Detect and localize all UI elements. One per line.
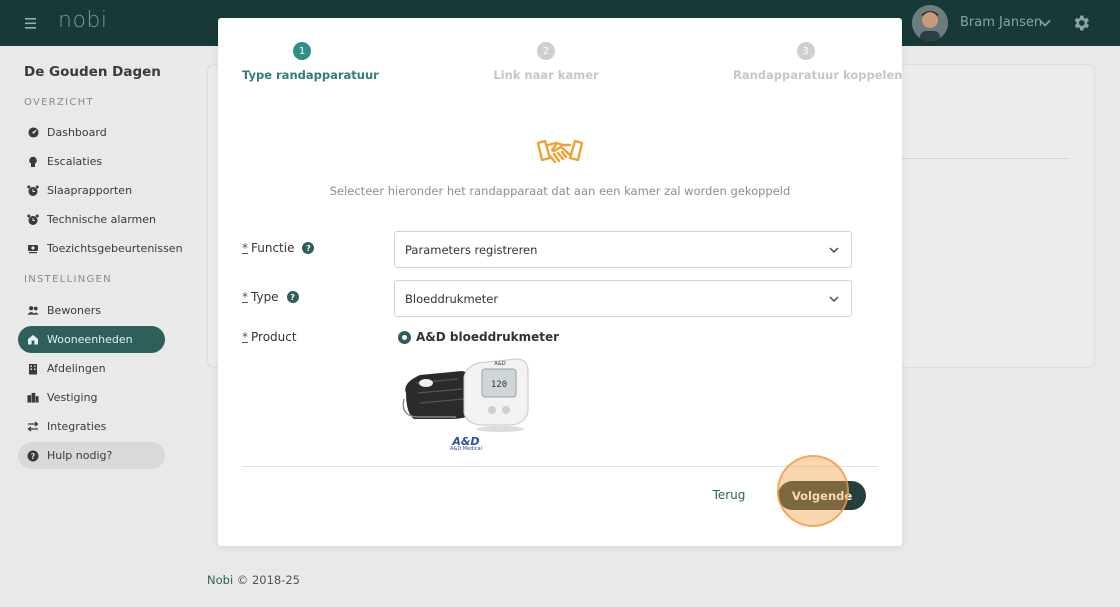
step-number: 1 xyxy=(293,42,311,60)
sidebar-item-label: Technische alarmen xyxy=(47,213,157,226)
function-select-value: Parameters registreren xyxy=(405,242,538,257)
back-button[interactable]: Terug xyxy=(703,484,755,506)
step-number: 3 xyxy=(796,42,815,60)
step-3: 3 Randapparatuur koppelen xyxy=(733,42,903,82)
step-label: Randapparatuur koppelen xyxy=(733,68,903,82)
function-label-text: Functie xyxy=(251,241,295,255)
user-name[interactable]: Bram Jansen xyxy=(960,15,1042,30)
help-icon: ? xyxy=(27,450,39,462)
intro-text: Selecteer hieronder het randapparaat dat… xyxy=(329,184,791,198)
step-number: 2 xyxy=(537,42,555,60)
nobi-logo[interactable]: nobi xyxy=(58,8,107,33)
function-label: * Functie ? xyxy=(242,241,315,255)
sidebar-item-integrations[interactable]: Integraties xyxy=(18,413,165,440)
alarm-clock-icon xyxy=(27,185,39,197)
sidebar-item-technical-alarms[interactable]: Technische alarmen xyxy=(18,206,165,233)
sidebar-item-label: Hulp nodig? xyxy=(47,449,113,462)
people-icon xyxy=(27,305,39,317)
alarm-clock-icon xyxy=(27,214,39,226)
lightbulb-icon xyxy=(27,156,39,168)
sidebar-item-departments[interactable]: Afdelingen xyxy=(18,355,165,382)
footer-divider xyxy=(242,466,878,467)
function-help-icon[interactable]: ? xyxy=(302,242,315,254)
product-option-ad[interactable]: A&D bloeddrukmeter xyxy=(398,330,559,344)
step-label: Link naar kamer xyxy=(493,68,599,82)
chevron-down-icon xyxy=(829,296,839,302)
section-title-overview: OVERZICHT xyxy=(24,97,94,108)
type-help-icon[interactable]: ? xyxy=(286,291,299,303)
svg-text:120: 120 xyxy=(491,380,507,390)
sidebar-item-label: Vestiging xyxy=(47,391,98,404)
building-icon xyxy=(27,363,39,375)
radio-selected[interactable] xyxy=(398,330,411,344)
required-marker: * xyxy=(242,241,248,255)
brand-logo-sub: A&D Medical xyxy=(450,446,482,452)
svg-text:?: ? xyxy=(31,452,36,461)
sidebar-item-label: Bewoners xyxy=(47,304,102,317)
sidebar-item-label: Toezichtsgebeurtenissen xyxy=(47,242,183,255)
type-select-value: Bloeddrukmeter xyxy=(405,291,499,306)
sidebar-item-help[interactable]: ? Hulp nodig? xyxy=(18,442,165,469)
hamburger-menu-icon[interactable] xyxy=(24,14,40,32)
sidebar-item-housing-units[interactable]: Wooneenheden xyxy=(18,326,165,353)
sidebar-item-dashboard[interactable]: Dashboard xyxy=(18,119,165,146)
sidebar-item-sleep-reports[interactable]: Slaaprapporten xyxy=(18,177,165,204)
sidebar-item-label: Dashboard xyxy=(47,126,107,139)
sidebar-item-label: Slaaprapporten xyxy=(47,184,133,197)
product-label: * Product xyxy=(242,330,297,344)
chevron-down-icon[interactable] xyxy=(1038,16,1052,30)
section-title-settings: INSTELLINGEN xyxy=(24,274,112,285)
sidebar-item-supervision-events[interactable]: Toezichtsgebeurtenissen xyxy=(18,235,183,262)
sidebar-item-label: Afdelingen xyxy=(47,362,106,375)
function-select[interactable]: Parameters registreren xyxy=(394,231,852,268)
sidebar-item-location[interactable]: Vestiging xyxy=(18,384,165,411)
step-label: Type randapparatuur xyxy=(242,68,379,82)
type-label: * Type ? xyxy=(242,290,299,304)
footer-brand[interactable]: Nobi xyxy=(207,573,233,587)
footer: Nobi © 2018-25 xyxy=(207,573,300,587)
handshake-icon xyxy=(536,139,584,164)
sidebar-item-residents[interactable]: Bewoners xyxy=(18,297,165,324)
chevron-down-icon xyxy=(829,247,839,253)
product-label-text: Product xyxy=(251,330,297,344)
background-divider xyxy=(900,158,1070,159)
add-peripheral-dialog: 1 Type randapparatuur 2 Link naar kamer … xyxy=(218,18,902,546)
organization-name: De Gouden Dagen xyxy=(24,64,161,80)
sidebar-item-label: Wooneenheden xyxy=(47,333,133,346)
user-photo xyxy=(912,5,948,41)
dashboard-icon xyxy=(27,127,39,139)
type-label-text: Type xyxy=(251,290,279,304)
required-marker: * xyxy=(242,290,248,304)
product-option-label: A&D bloeddrukmeter xyxy=(416,330,560,344)
sidebar-item-label: Integraties xyxy=(47,420,107,433)
camera-icon xyxy=(27,243,39,255)
avatar[interactable] xyxy=(912,5,948,41)
arrows-icon xyxy=(27,421,39,433)
next-button[interactable]: Volgende xyxy=(778,481,866,510)
step-1: 1 Type randapparatuur xyxy=(242,42,379,82)
sidebar: De Gouden Dagen OVERZICHT Dashboard Esca… xyxy=(0,46,183,607)
home-icon xyxy=(27,334,39,346)
buildings-icon xyxy=(27,392,39,404)
sidebar-item-label: Escalaties xyxy=(47,155,103,168)
brand-logo: A&D A&D Medical xyxy=(450,436,482,452)
sidebar-item-escalations[interactable]: Escalaties xyxy=(18,148,165,175)
type-select[interactable]: Bloeddrukmeter xyxy=(394,280,852,317)
svg-text:A&D: A&D xyxy=(494,361,505,367)
gear-icon[interactable] xyxy=(1071,13,1091,33)
required-marker: * xyxy=(242,330,248,344)
step-2: 2 Link naar kamer xyxy=(486,42,606,82)
footer-copyright: © 2018-25 xyxy=(236,573,301,587)
